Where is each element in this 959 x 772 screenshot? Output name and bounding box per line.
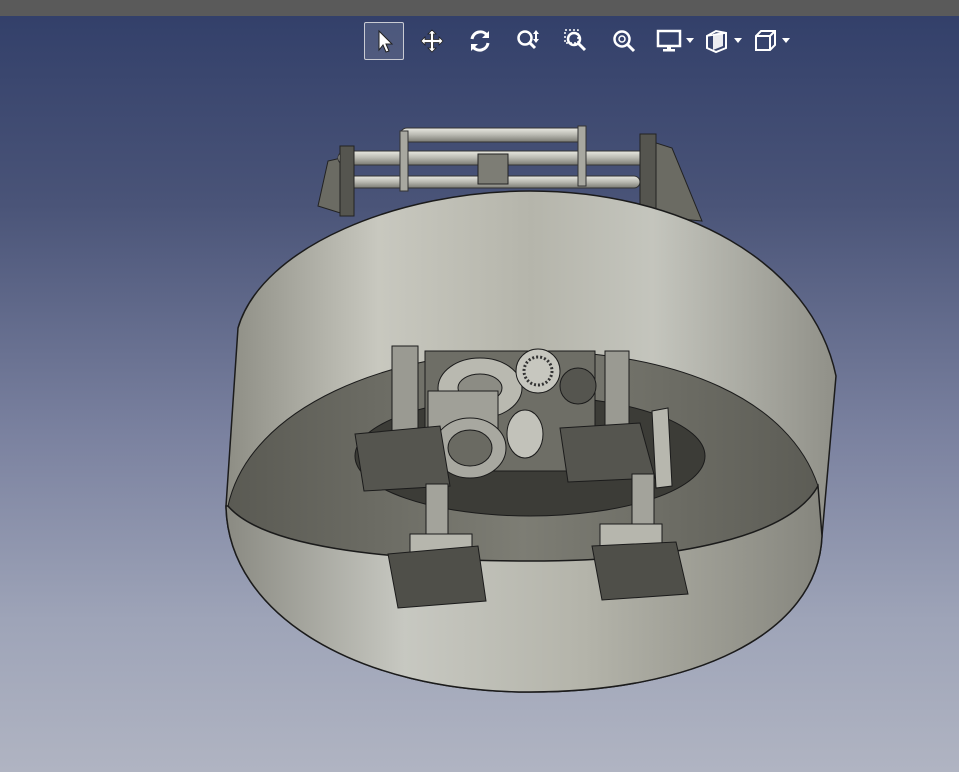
zoom-tool[interactable] bbox=[508, 22, 548, 60]
move-cross-arrows-icon bbox=[419, 28, 445, 54]
display-mode-dropdown[interactable] bbox=[652, 22, 686, 60]
zoom-updown-icon bbox=[515, 28, 541, 54]
standard-views-dropdown[interactable] bbox=[748, 22, 782, 60]
chevron-down-icon[interactable] bbox=[782, 37, 790, 45]
standard-views-dropdown-group bbox=[748, 22, 790, 60]
pointer-arrow-icon bbox=[371, 28, 397, 54]
display-mode-dropdown-group bbox=[652, 22, 694, 60]
rotate-circle-arrows-icon bbox=[467, 28, 493, 54]
cube-view-icon bbox=[752, 28, 778, 54]
cad-model[interactable] bbox=[0, 16, 959, 772]
section-view-dropdown[interactable] bbox=[700, 22, 734, 60]
zoom-fit-icon bbox=[611, 28, 637, 54]
3d-viewport[interactable] bbox=[0, 16, 959, 772]
zoom-box-tool[interactable] bbox=[556, 22, 596, 60]
section-view-dropdown-group bbox=[700, 22, 742, 60]
view-toolbar bbox=[364, 20, 796, 62]
monitor-icon bbox=[656, 28, 682, 54]
chevron-down-icon[interactable] bbox=[734, 37, 742, 45]
zoom-fit-tool[interactable] bbox=[604, 22, 644, 60]
select-tool[interactable] bbox=[364, 22, 404, 60]
window-title-bar bbox=[0, 0, 959, 16]
rotate-tool[interactable] bbox=[460, 22, 500, 60]
zoom-box-icon bbox=[563, 28, 589, 54]
chevron-down-icon[interactable] bbox=[686, 37, 694, 45]
pan-tool[interactable] bbox=[412, 22, 452, 60]
clipping-plane-icon bbox=[704, 28, 730, 54]
